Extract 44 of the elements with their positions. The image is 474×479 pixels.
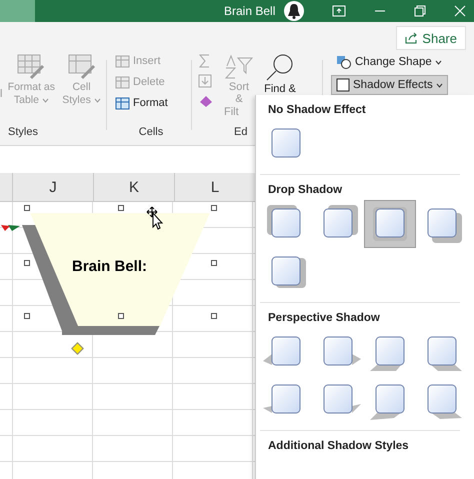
menu-section-heading: Drop Shadow: [268, 184, 344, 196]
resize-handle[interactable]: [211, 260, 217, 266]
column-header[interactable]: K: [93, 173, 174, 201]
window-title: Brain Bell: [224, 4, 276, 18]
resize-handle[interactable]: [211, 205, 217, 211]
move-cursor-icon: [146, 206, 164, 230]
shadow-option[interactable]: [364, 200, 416, 248]
search-icon: [265, 52, 295, 82]
caret-icon: [42, 98, 49, 103]
resize-handle[interactable]: [118, 205, 124, 211]
menu-section-heading: Perspective Shadow: [268, 312, 381, 324]
caret-icon: [436, 82, 443, 88]
share-button[interactable]: Share: [396, 26, 466, 50]
shape-command-button[interactable]: Change Shape: [331, 52, 448, 72]
change-shape-icon: [336, 55, 352, 69]
restore-icon[interactable]: [414, 5, 426, 17]
adjust-handle[interactable]: [71, 342, 84, 355]
resize-handle[interactable]: [24, 260, 30, 266]
cell-brush-icon: [68, 54, 96, 80]
cells-icon: [115, 54, 130, 68]
shape-command-button[interactable]: Shadow Effects: [331, 75, 448, 95]
resize-handle[interactable]: [118, 313, 124, 319]
close-icon[interactable]: [454, 5, 466, 17]
caret-icon: [434, 60, 442, 64]
ribbon-label: l: [0, 88, 4, 102]
cells-icon: [115, 96, 130, 110]
table-brush-icon: [17, 54, 46, 80]
shape-text: Brain Bell:: [72, 258, 148, 275]
cells-icon: [115, 76, 130, 88]
share-icon: [405, 32, 418, 44]
resize-handle[interactable]: [24, 313, 30, 319]
group-label: Styles: [8, 126, 38, 140]
cells-command-button[interactable]: Format: [113, 94, 189, 112]
group-label: Ed: [234, 126, 248, 140]
ribbon-display-icon[interactable]: [332, 5, 346, 17]
menu-item[interactable]: Additional Shadow Styles: [268, 440, 474, 452]
menu-section-heading: No Shadow Effect: [268, 104, 367, 116]
group-label: Cells: [138, 126, 164, 140]
resize-handle[interactable]: [24, 205, 30, 211]
column-header[interactable]: J: [12, 173, 93, 201]
resize-handle[interactable]: [211, 313, 217, 319]
sort-filter-icon: [224, 54, 254, 80]
square-icon: [336, 78, 350, 92]
caret-icon: [94, 98, 101, 103]
